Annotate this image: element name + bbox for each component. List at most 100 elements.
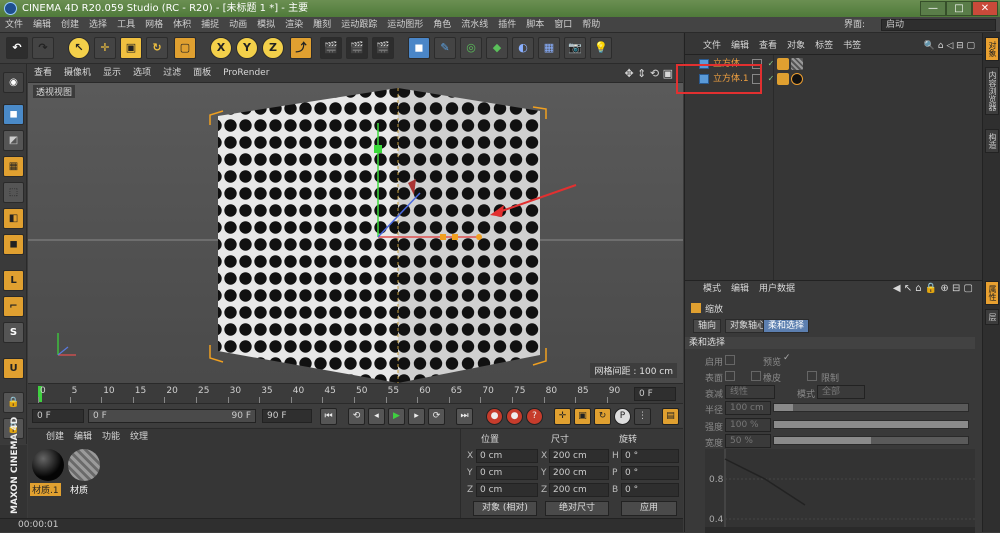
axis-mode-icon[interactable]: L [3,270,24,291]
menu-render[interactable]: 渲染 [280,17,308,33]
start-frame-field[interactable]: 0 F [32,409,84,423]
material-menu-edit[interactable]: 编辑 [69,429,97,446]
material-menu-texture[interactable]: 纹理 [125,429,153,446]
material-tag-icon[interactable] [791,58,803,70]
tab-layers[interactable]: 层 [985,309,999,325]
previous-frame-icon[interactable]: ◂ [368,408,385,425]
model-mode-icon[interactable]: ◼ [3,104,24,125]
material-1-swatch[interactable] [32,449,64,481]
obj-menu-bookmarks[interactable]: 书签 [838,39,866,53]
coord-mode-select[interactable]: 对象 (相对) [473,501,537,516]
material-2-label[interactable]: 材质 [68,483,90,496]
solo-icon[interactable]: S [3,322,24,343]
menu-animate[interactable]: 动画 [224,17,252,33]
pos-x-field[interactable]: 0 cm [476,449,538,463]
key-position-icon[interactable]: ✛ [554,408,571,425]
enabled-check-icon[interactable]: ✓ [766,59,776,69]
obj-menu-object[interactable]: 对象 [782,39,810,53]
viewport-menu-prorender[interactable]: ProRender [217,64,275,83]
layout-select[interactable]: 启动 [881,19,996,31]
surface-checkbox[interactable] [725,371,735,381]
viewport-navigation-icons[interactable]: ✥ ⇕ ⟲ ▣ [618,64,679,83]
size-x-field[interactable]: 200 cm [549,449,609,463]
texture-mode-icon[interactable]: ◩ [3,130,24,151]
pos-y-field[interactable]: 0 cm [476,466,538,480]
play-icon[interactable]: ▶ [388,408,405,425]
menu-help[interactable]: 帮助 [577,17,605,33]
menu-window[interactable]: 窗口 [549,17,577,33]
menu-tools[interactable]: 工具 [112,17,140,33]
perspective-viewport[interactable]: 透视视图 网格间距 : 100 cm [28,83,683,383]
x-axis-lock[interactable]: X [210,37,232,59]
menu-snap[interactable]: 捕捉 [196,17,224,33]
next-key-icon[interactable]: ⟳ [428,408,445,425]
rot-b-field[interactable]: 0 ° [621,483,679,497]
width-field[interactable]: 50 % [725,434,771,448]
attr-menu-user-data[interactable]: 用户数据 [754,281,800,297]
menu-create[interactable]: 创建 [56,17,84,33]
size-mode-select[interactable]: 绝对尺寸 [545,501,609,516]
phong-tag-icon[interactable] [777,73,789,85]
viewport-menu-panel[interactable]: 面板 [187,64,217,83]
autokey-icon[interactable]: ● [506,408,523,425]
viewport-menu-camera[interactable]: 摄像机 [58,64,97,83]
enabled-check-icon[interactable]: ✓ [766,74,776,84]
camera-icon[interactable]: 📷 [564,37,586,59]
material-1-label[interactable]: 材质.1 [30,483,61,496]
material-menu-create[interactable]: 创建 [28,429,69,446]
apply-button[interactable]: 应用 [621,501,677,516]
snap-icon[interactable]: U [3,358,24,379]
viewport-menu-display[interactable]: 显示 [97,64,127,83]
lock-workplane-icon[interactable]: 🔒 [3,392,24,413]
obj-menu-tags[interactable]: 标签 [810,39,838,53]
light-icon[interactable]: 💡 [590,37,612,59]
menu-mograph[interactable]: 运动图形 [382,17,428,33]
close-button[interactable]: ✕ [972,1,998,16]
key-rotation-icon[interactable]: ↻ [594,408,611,425]
live-selection-icon[interactable]: ↖ [68,37,90,59]
array-icon[interactable]: ◆ [486,37,508,59]
attr-menu-edit[interactable]: 编辑 [726,281,754,297]
phong-tag-icon[interactable] [777,58,789,70]
edges-mode-icon[interactable]: ◧ [3,208,24,229]
menu-volume[interactable]: 体积 [168,17,196,33]
make-editable-icon[interactable]: ◉ [3,72,24,93]
menu-pipeline[interactable]: 流水线 [456,17,493,33]
pen-icon[interactable]: ✎ [434,37,456,59]
menu-mesh[interactable]: 网格 [140,17,168,33]
record-active-icon[interactable]: ● [486,408,503,425]
points-mode-icon[interactable]: ⬚ [3,182,24,203]
mode-select[interactable]: 全部 [817,385,865,399]
subdivision-icon[interactable]: ◎ [460,37,482,59]
menu-sculpt[interactable]: 雕刻 [308,17,336,33]
enable-checkbox[interactable] [725,355,735,365]
strength-slider[interactable] [773,420,969,429]
tab-soft-selection[interactable]: 柔和选择 [763,319,810,333]
obj-menu-edit[interactable]: 编辑 [726,39,754,53]
material-tag-icon[interactable] [791,73,803,85]
key-parameter-icon[interactable]: P [614,408,631,425]
coordinate-system-icon[interactable]: ⤴ [290,37,312,59]
attr-nav-icons[interactable]: ◀ ↖ ⌂ 🔒 ⊕ ⊟ ▢ [888,281,978,297]
scale-icon[interactable]: ▣ [120,37,142,59]
viewport-menu-options[interactable]: 选项 [127,64,157,83]
rot-p-field[interactable]: 0 ° [621,466,679,480]
menu-select[interactable]: 选择 [84,17,112,33]
maximize-button[interactable]: □ [946,1,972,16]
undo-icon[interactable]: ↶ [6,37,28,59]
size-y-field[interactable]: 200 cm [549,466,609,480]
width-slider[interactable] [773,436,969,445]
frame-range-slider[interactable]: 0 F 90 F [88,409,256,423]
menu-file[interactable]: 文件 [0,17,28,33]
menu-plugins[interactable]: 插件 [493,17,521,33]
rubber-checkbox[interactable] [751,371,761,381]
obj-menu-file[interactable]: 文件 [685,39,726,53]
move-icon[interactable]: ✛ [94,37,116,59]
falloff-curve-graph[interactable] [705,449,975,533]
radius-slider[interactable] [773,403,969,412]
tab-attributes[interactable]: 属性 [985,281,999,305]
material-menu-function[interactable]: 功能 [97,429,125,446]
cube-icon[interactable]: ◼ [408,37,430,59]
viewport-menu-view[interactable]: 查看 [28,64,58,83]
obj-menu-view[interactable]: 查看 [754,39,782,53]
